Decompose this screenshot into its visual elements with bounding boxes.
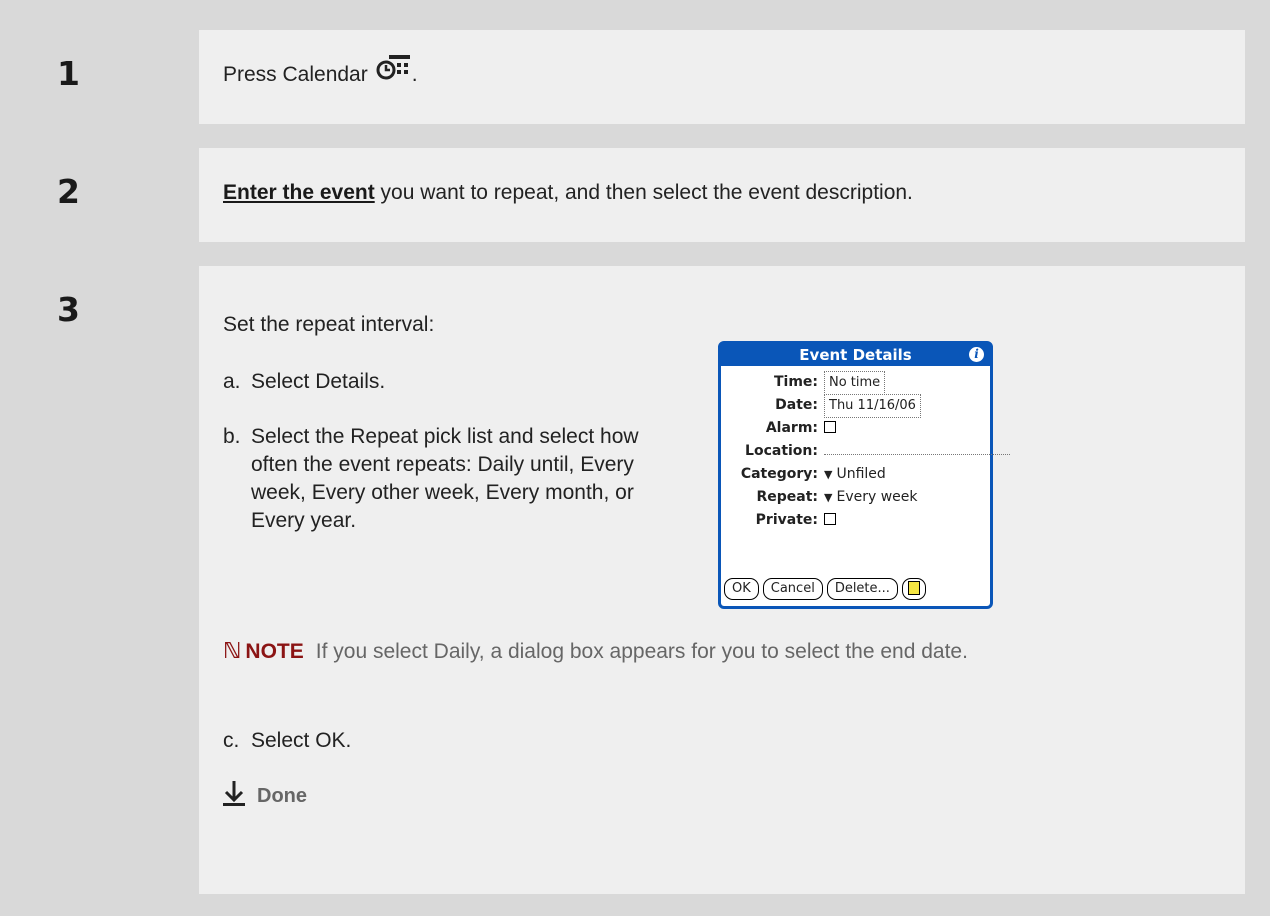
step-1-text: Press Calendar bbox=[223, 63, 368, 86]
step-content: Enter the event you want to repeat, and … bbox=[199, 148, 1245, 242]
substep-a: a. Select Details. bbox=[223, 368, 691, 396]
category-picklist[interactable]: ▼ Unfiled bbox=[824, 463, 886, 486]
dropdown-arrow-icon: ▼ bbox=[824, 491, 833, 504]
step-number: 2 bbox=[57, 172, 80, 211]
dropdown-arrow-icon: ▼ bbox=[824, 468, 833, 481]
event-details-dialog: Event Details i Time: No time Date: Thu … bbox=[718, 341, 1010, 609]
step-content: Press Calendar . bbox=[199, 30, 1245, 124]
step-text: Enter the event you want to repeat, and … bbox=[223, 181, 913, 205]
substep-c: c. Select OK. bbox=[223, 727, 691, 755]
private-row: Private: bbox=[721, 509, 990, 531]
dialog-title: Event Details bbox=[799, 346, 912, 364]
note-label: NOTE bbox=[245, 640, 304, 663]
step-number-box: 2 bbox=[37, 148, 199, 242]
substep-letter: a. bbox=[223, 370, 241, 393]
repeat-row: Repeat: ▼ Every week bbox=[721, 486, 990, 508]
step-2-text: you want to repeat, and then select the … bbox=[374, 181, 913, 204]
substep-b: b. Select the Repeat pick list and select… bbox=[223, 423, 691, 535]
alarm-checkbox[interactable] bbox=[824, 421, 836, 433]
step-3: 3 Set the repeat interval: a. Select Deta… bbox=[37, 266, 1245, 894]
private-checkbox[interactable] bbox=[824, 513, 836, 525]
substep-text: Select OK. bbox=[251, 729, 352, 752]
step-content: Set the repeat interval: a. Select Detail… bbox=[199, 266, 1245, 894]
category-value: Unfiled bbox=[836, 466, 886, 482]
note-icon: ℕ bbox=[223, 638, 242, 663]
category-row: Category: ▼ Unfiled bbox=[721, 463, 990, 485]
date-selector[interactable]: Thu 11/16/06 bbox=[824, 394, 921, 418]
repeat-value: Every week bbox=[836, 489, 918, 505]
location-field[interactable] bbox=[824, 440, 1010, 455]
step-1-text-end: . bbox=[411, 63, 418, 86]
time-label: Time: bbox=[773, 374, 818, 390]
alarm-label: Alarm: bbox=[765, 420, 818, 436]
substep-letter: b. bbox=[223, 425, 241, 448]
down-arrow-icon bbox=[223, 780, 245, 812]
location-value bbox=[824, 440, 1010, 462]
time-row: Time: No time bbox=[721, 371, 990, 395]
ok-button[interactable]: OK bbox=[724, 578, 759, 600]
category-label: Category: bbox=[740, 466, 818, 482]
note-box: ℕ NOTE If you select Daily, a dialog box a… bbox=[223, 635, 1063, 668]
step-number-box: 1 bbox=[37, 30, 199, 124]
step-number: 1 bbox=[57, 54, 80, 93]
alarm-row: Alarm: bbox=[721, 417, 990, 439]
substep-letter: c. bbox=[223, 729, 240, 752]
private-value bbox=[824, 509, 836, 531]
substep-text: Select Details. bbox=[251, 370, 386, 393]
step-number: 3 bbox=[57, 290, 80, 329]
repeat-picklist[interactable]: ▼ Every week bbox=[824, 486, 918, 509]
cancel-button[interactable]: Cancel bbox=[762, 578, 823, 600]
enter-event-link[interactable]: Enter the event bbox=[223, 181, 375, 204]
step-1: 1 Press Calendar . bbox=[37, 30, 1245, 124]
step-number-box: 3 bbox=[37, 266, 199, 894]
date-label: Date: bbox=[775, 397, 818, 413]
step-text: Press Calendar . bbox=[223, 55, 418, 87]
done-marker: Done bbox=[223, 780, 307, 812]
dialog-title-bar: Event Details i bbox=[721, 344, 990, 366]
time-selector[interactable]: No time bbox=[824, 371, 886, 395]
note-button[interactable] bbox=[901, 578, 926, 600]
private-label: Private: bbox=[755, 512, 818, 528]
step-intro: Set the repeat interval: bbox=[223, 313, 435, 336]
substep-text: Select the Repeat pick list and select h… bbox=[251, 425, 639, 532]
note-text: If you select Daily, a dialog box appear… bbox=[315, 640, 968, 663]
delete-button[interactable]: Delete... bbox=[826, 578, 898, 600]
location-label: Location: bbox=[745, 443, 818, 459]
info-icon[interactable]: i bbox=[969, 347, 984, 362]
dialog-buttons: OK Cancel Delete... bbox=[724, 578, 926, 600]
step-2: 2 Enter the event you want to repeat, an… bbox=[37, 148, 1245, 242]
repeat-label: Repeat: bbox=[756, 489, 818, 505]
date-row: Date: Thu 11/16/06 bbox=[721, 394, 990, 418]
note-icon bbox=[907, 580, 920, 595]
alarm-value bbox=[824, 417, 836, 439]
location-row: Location: bbox=[721, 440, 1010, 462]
done-label: Done bbox=[257, 784, 307, 807]
calendar-clock-icon bbox=[376, 55, 412, 87]
